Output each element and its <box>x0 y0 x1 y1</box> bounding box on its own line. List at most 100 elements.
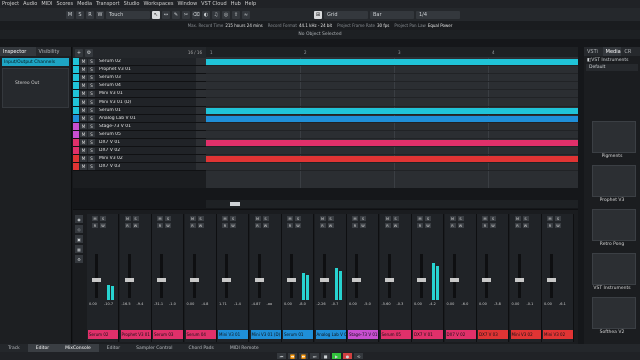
channel-name[interactable]: DX7 V 01 <box>413 330 443 339</box>
track-lane[interactable] <box>206 123 578 131</box>
channel-read-button[interactable]: R <box>352 223 358 228</box>
channel-write-button[interactable]: W <box>457 223 464 228</box>
tab-media[interactable]: Media <box>602 47 622 56</box>
channel-read-button[interactable]: R <box>384 223 391 228</box>
channel-mute-button[interactable]: M <box>417 216 423 221</box>
midi-part[interactable] <box>206 115 578 122</box>
track-row[interactable]: M S Mini V3 01 <box>73 90 206 99</box>
track-lane[interactable] <box>206 147 578 156</box>
menu-midi[interactable]: MIDI <box>41 1 52 7</box>
pan-readout[interactable]: -5.0 <box>364 302 371 306</box>
channel-solo-button[interactable]: S <box>490 216 496 221</box>
vst-instrument-item[interactable]: Pigments <box>586 121 638 159</box>
volume-readout[interactable]: 0.00 <box>349 302 357 306</box>
scroll-thumb[interactable] <box>230 202 240 206</box>
channel-write-button[interactable]: W <box>490 223 496 228</box>
menu-hub[interactable]: Hub <box>231 1 241 7</box>
io-channels-section[interactable]: Input/Output Channels <box>2 58 69 66</box>
solo-all-button[interactable]: S <box>76 10 84 19</box>
channel-write-button[interactable]: W <box>230 223 236 228</box>
track-row[interactable]: M S Mini V3 01 (D) <box>73 98 206 107</box>
grid-type-select[interactable]: Bar <box>370 10 414 19</box>
midi-part[interactable] <box>206 59 578 65</box>
menu-transport[interactable]: Transport <box>96 1 119 7</box>
channel-write-button[interactable]: W <box>295 223 301 228</box>
solo-button[interactable]: S <box>88 107 95 114</box>
pan-readout[interactable]: -1.0 <box>169 302 176 306</box>
fader-cap[interactable] <box>254 278 264 282</box>
solo-button[interactable]: S <box>88 82 95 89</box>
channel-read-button[interactable]: R <box>547 223 553 228</box>
track-row[interactable]: M S Serum 02 <box>73 58 206 67</box>
pan-readout[interactable]: -10.7 <box>104 302 113 306</box>
solo-button[interactable]: S <box>88 131 95 138</box>
fader-track[interactable] <box>420 254 423 298</box>
fader-track[interactable] <box>160 254 163 298</box>
solo-button[interactable]: S <box>88 163 95 170</box>
volume-readout[interactable]: -16.5 <box>122 302 131 306</box>
solo-button[interactable]: S <box>88 99 95 106</box>
channel-read-button[interactable]: R <box>157 223 163 228</box>
mixer-tool-4-icon[interactable]: ⚙ <box>75 255 83 263</box>
pan-readout[interactable]: -6.0 <box>462 302 469 306</box>
pan-readout[interactable]: -0.1 <box>527 302 534 306</box>
pan-readout[interactable]: -4.2 <box>429 302 436 306</box>
fader-track[interactable] <box>95 254 98 298</box>
solo-button[interactable]: S <box>88 123 95 130</box>
volume-readout[interactable]: -2.26 <box>317 302 326 306</box>
channel-name[interactable]: Serum 01 <box>283 330 313 339</box>
lower-tab-sampler-control[interactable]: Sampler Control <box>128 344 180 352</box>
channel-name[interactable]: Serum 02 <box>88 330 118 339</box>
mute-button[interactable]: M <box>80 155 87 162</box>
tool-0-icon[interactable]: ↖ <box>152 10 160 19</box>
track-row[interactable]: M S Serum 04 <box>73 82 206 91</box>
track-settings-icon[interactable]: ⚙ <box>85 48 93 57</box>
output-routing-box[interactable]: Stereo Out <box>2 68 69 108</box>
mute-button[interactable]: M <box>80 163 87 170</box>
volume-readout[interactable]: 1.71 <box>219 302 227 306</box>
mute-button[interactable]: M <box>80 107 87 114</box>
vst-instrument-item[interactable]: Prophet V3 <box>586 165 638 203</box>
instrument-icon[interactable] <box>196 114 206 122</box>
quantize-select[interactable]: 1/4 <box>416 10 460 19</box>
channel-read-button[interactable]: R <box>124 223 131 228</box>
mute-all-button[interactable]: M <box>66 10 74 19</box>
menu-audio[interactable]: Audio <box>23 1 37 7</box>
channel-mute-button[interactable]: M <box>189 216 196 221</box>
transport-3-icon[interactable]: ⏭ <box>310 353 319 359</box>
track-row[interactable]: M S DX7 V 01 <box>73 138 206 148</box>
channel-mute-button[interactable]: M <box>92 216 98 221</box>
pan-readout[interactable]: -8.0 <box>299 302 306 306</box>
fader-cap[interactable] <box>482 278 491 282</box>
channel-mute-button[interactable]: M <box>352 216 358 221</box>
track-row[interactable]: M S Serum 01 <box>73 106 206 115</box>
preset-field[interactable]: Default <box>586 64 638 71</box>
channel-mute-button[interactable]: M <box>449 216 456 221</box>
track-lane[interactable] <box>206 99 578 107</box>
channel-name[interactable]: Stage-73 V 01 <box>348 330 378 339</box>
solo-button[interactable]: S <box>88 155 95 162</box>
fader-track[interactable] <box>485 254 488 298</box>
channel-read-button[interactable]: R <box>287 223 293 228</box>
channel-read-button[interactable]: R <box>482 223 488 228</box>
tool-9-icon[interactable]: ≈ <box>242 10 250 19</box>
track-lane[interactable] <box>206 74 578 83</box>
channel-solo-button[interactable]: S <box>262 216 269 221</box>
fader-track[interactable] <box>550 254 553 298</box>
lower-tab-editor[interactable]: Editor <box>27 344 58 352</box>
menu-vst-cloud[interactable]: VST Cloud <box>201 1 227 7</box>
channel-write-button[interactable]: W <box>555 223 561 228</box>
lower-tab-midi-remote[interactable]: MIDI Remote <box>222 344 267 352</box>
tab-vsti[interactable]: VSTi <box>584 47 603 56</box>
mute-button[interactable]: M <box>80 139 87 146</box>
lower-tab-mixconsole[interactable]: MixConsole <box>57 344 99 352</box>
volume-readout[interactable]: -31.1 <box>154 302 163 306</box>
volume-readout[interactable]: -5.60 <box>382 302 391 306</box>
volume-readout[interactable]: 0.00 <box>89 302 97 306</box>
mute-button[interactable]: M <box>80 74 87 81</box>
pan-readout[interactable]: -0.3 <box>397 302 404 306</box>
track-row[interactable]: M S Mini V3 02 <box>73 155 206 164</box>
channel-solo-button[interactable]: S <box>132 216 139 221</box>
transport-0-icon[interactable]: ⏮ <box>277 353 286 359</box>
add-track-icon[interactable]: + <box>75 48 83 57</box>
